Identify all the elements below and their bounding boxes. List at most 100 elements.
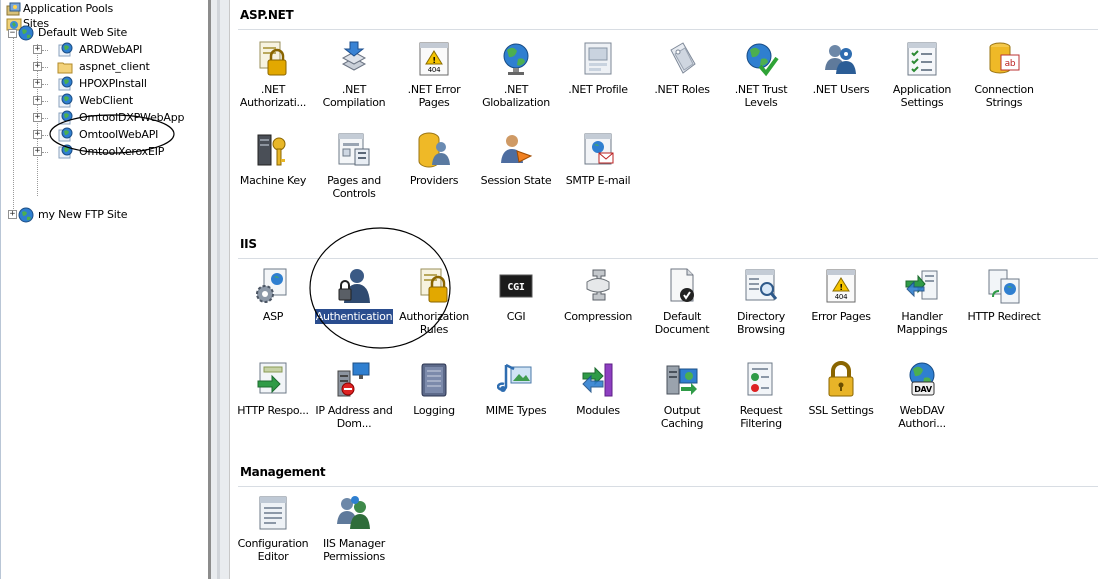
feature-asp[interactable]: ASP — [233, 267, 313, 323]
feature-application-settings[interactable]: Application Settings — [882, 40, 962, 109]
expand-toggle[interactable]: + — [33, 96, 42, 105]
logging-icon — [415, 361, 453, 399]
feature-label: Connection Strings — [974, 83, 1034, 109]
globe-icon — [497, 40, 535, 78]
http-response-icon — [254, 361, 292, 399]
feature-net-profile[interactable]: .NET Profile — [558, 40, 638, 96]
compression-clamp-icon — [579, 267, 617, 305]
feature-http-redirect[interactable]: HTTP Redirect — [964, 267, 1044, 323]
feature-error-pages[interactable]: ! 404 Error Pages — [801, 267, 881, 323]
feature-label: HTTP Redirect — [967, 310, 1041, 323]
feature-machine-key[interactable]: Machine Key — [233, 131, 313, 187]
manager-permissions-icon — [335, 494, 373, 532]
expand-toggle[interactable]: + — [33, 113, 42, 122]
feature-net-compilation[interactable]: .NET Compilation — [314, 40, 394, 109]
expand-toggle[interactable]: + — [33, 79, 42, 88]
tree-item-aspnet_client[interactable]: aspnet_client — [57, 59, 150, 75]
feature-ssl-settings[interactable]: SSL Settings — [801, 361, 881, 417]
feature-iis-manager-permissions[interactable]: IIS Manager Permissions — [314, 494, 394, 563]
group-divider — [238, 29, 1098, 30]
feature-label: Machine Key — [239, 174, 307, 187]
svg-text:404: 404 — [428, 66, 441, 74]
app-pools-icon — [6, 1, 22, 17]
feature-compression[interactable]: Compression — [558, 267, 638, 323]
feature-label: .NET Error Pages — [407, 83, 461, 109]
svg-text:CGI: CGI — [507, 282, 524, 293]
annotation-circle — [309, 227, 451, 349]
users-icon — [822, 40, 860, 78]
feature-net-trust-levels[interactable]: .NET Trust Levels — [721, 40, 801, 109]
feature-session-state[interactable]: Session State — [476, 131, 556, 187]
directory-browsing-icon — [742, 267, 780, 305]
tree-item-ardwebapi[interactable]: ARDWebAPI — [58, 42, 142, 58]
feature-net-authorizati[interactable]: .NET Authorizati... — [233, 40, 313, 109]
feature-handler-mappings[interactable]: Handler Mappings — [882, 267, 962, 336]
feature-logging[interactable]: Logging — [394, 361, 474, 417]
feature-label: CGI — [506, 310, 526, 323]
feature-default-document[interactable]: Default Document — [642, 267, 722, 336]
expand-toggle[interactable]: + — [33, 147, 42, 156]
asp-gear-icon — [254, 267, 292, 305]
feature-configuration-editor[interactable]: Configuration Editor — [233, 494, 313, 563]
svg-text:DAV: DAV — [914, 385, 933, 394]
tree-item-ftp-site[interactable]: my New FTP Site — [18, 207, 128, 223]
pane-splitter[interactable] — [208, 0, 230, 579]
feature-label: Logging — [413, 404, 455, 417]
default-document-icon — [663, 267, 701, 305]
tree-guide-line — [13, 33, 14, 215]
feature-net-users[interactable]: .NET Users — [801, 40, 881, 96]
tree-guide-line — [42, 67, 48, 68]
expand-toggle[interactable]: + — [8, 210, 17, 219]
feature-cgi[interactable]: CGI CGI — [476, 267, 556, 323]
pages-controls-icon — [335, 131, 373, 169]
feature-label: Directory Browsing — [737, 310, 785, 336]
tree-item-label: my New FTP Site — [38, 208, 128, 221]
feature-label: IP Address and Dom... — [315, 404, 393, 430]
expand-toggle[interactable]: + — [33, 62, 42, 71]
feature-providers[interactable]: Providers — [394, 131, 474, 187]
feature-net-roles[interactable]: .NET Roles — [642, 40, 722, 96]
tree-item-default-web-site[interactable]: Default Web Site — [18, 25, 127, 41]
features-view: ASP.NET IIS Management .NET Authorizati.… — [230, 0, 1104, 579]
feature-label: .NET Authorizati... — [239, 83, 307, 109]
tree-item-hpoxpinstall[interactable]: HPOXPInstall — [58, 76, 147, 92]
feature-label: SMTP E-mail — [565, 174, 631, 187]
profile-page-icon — [579, 40, 617, 78]
svg-text:!: ! — [432, 56, 435, 65]
globe-icon — [18, 25, 34, 41]
tree-item-application-pools[interactable]: Application Pools — [6, 1, 114, 17]
collapse-toggle[interactable]: − — [8, 29, 17, 38]
modules-icon — [579, 361, 617, 399]
output-caching-icon — [663, 361, 701, 399]
tree-item-label: HPOXPInstall — [79, 77, 147, 90]
tree-item-label: Application Pools — [23, 2, 114, 15]
feature-ip-address-and-dom[interactable]: IP Address and Dom... — [314, 361, 394, 430]
globe-check-icon — [742, 40, 780, 78]
feature-pages-and-controls[interactable]: Pages and Controls — [314, 131, 394, 200]
settings-list-icon — [903, 40, 941, 78]
feature-output-caching[interactable]: Output Caching — [642, 361, 722, 430]
group-divider — [238, 486, 1098, 487]
group-header-management: Management — [240, 465, 326, 479]
tree-item-webclient[interactable]: WebClient — [58, 93, 134, 109]
annotation-circle — [49, 114, 175, 154]
feature-mime-types[interactable]: MIME Types — [476, 361, 556, 417]
feature-label: Output Caching — [660, 404, 704, 430]
feature-net-globalization[interactable]: .NET Globalization — [476, 40, 556, 109]
feature-directory-browsing[interactable]: Directory Browsing — [721, 267, 801, 336]
feature-modules[interactable]: Modules — [558, 361, 638, 417]
session-state-icon — [497, 131, 535, 169]
group-header-aspnet: ASP.NET — [240, 8, 294, 22]
feature-http-respo[interactable]: HTTP Respo... — [233, 361, 313, 417]
feature-net-error-pages[interactable]: ! 404 .NET Error Pages — [394, 40, 474, 109]
feature-webdav-authori[interactable]: DAV WebDAV Authori... — [882, 361, 962, 430]
feature-smtp-e-mail[interactable]: SMTP E-mail — [558, 131, 638, 187]
expand-toggle[interactable]: + — [33, 45, 42, 54]
feature-connection-strings[interactable]: ab Connection Strings — [964, 40, 1044, 109]
tree-item-label: WebClient — [79, 94, 134, 107]
expand-toggle[interactable]: + — [33, 130, 42, 139]
feature-label: Configuration Editor — [237, 537, 309, 563]
web-app-icon — [57, 76, 73, 92]
feature-request-filtering[interactable]: Request Filtering — [721, 361, 801, 430]
providers-icon — [415, 131, 453, 169]
